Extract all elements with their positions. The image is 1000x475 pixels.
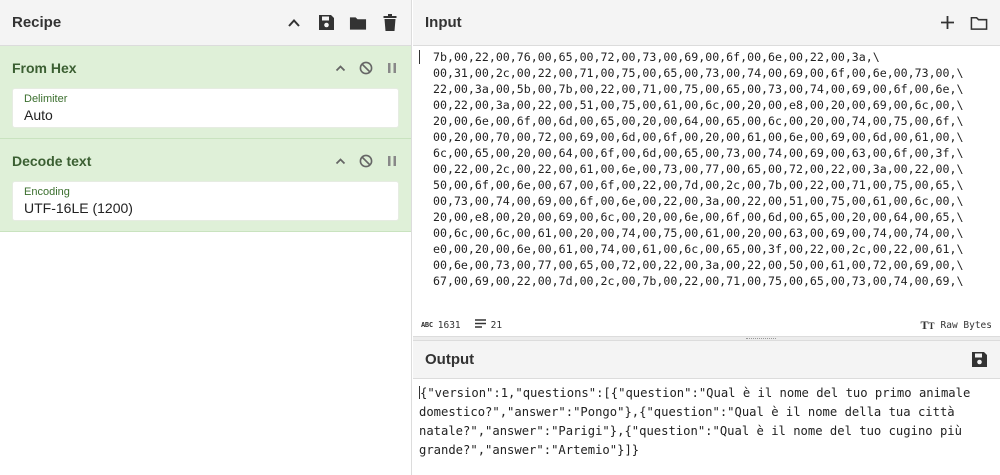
- output-textarea[interactable]: {"version":1,"questions":[{"question":"Q…: [413, 379, 1000, 475]
- operation-decode-text[interactable]: Decode text Encoding UTF-16LE (1200): [0, 139, 411, 232]
- delimiter-value[interactable]: Auto: [24, 107, 387, 123]
- pause-icon[interactable]: [385, 61, 399, 75]
- disable-icon[interactable]: [359, 61, 373, 75]
- folder-icon[interactable]: [349, 14, 367, 32]
- resize-grip: [746, 338, 776, 339]
- output-title: Output: [425, 351, 475, 368]
- input-line: 00,31,00,2c,00,22,00,71,00,75,00,65,00,7…: [433, 66, 964, 80]
- input-textarea[interactable]: 7b,00,22,00,76,00,65,00,72,00,73,00,69,0…: [413, 46, 1000, 312]
- folder-icon[interactable]: [970, 14, 988, 32]
- lines-icon: [474, 319, 486, 331]
- text-format-icon: TT: [920, 317, 935, 332]
- input-line: 00,22,00,3a,00,22,00,51,00,75,00,61,00,6…: [433, 98, 964, 112]
- input-line: 00,22,00,2c,00,22,00,61,00,6e,00,73,00,7…: [433, 162, 964, 176]
- io-pane: Input 7b,00,22,00,76,00,65,00,72,00,73,0…: [413, 0, 1000, 475]
- input-status-bar: ABC 1631 21 TT Raw Bytes: [413, 314, 1000, 336]
- input-line: 6c,00,65,00,20,00,64,00,6f,00,6d,00,65,0…: [433, 146, 964, 160]
- input-lines: 7b,00,22,00,76,00,65,00,72,00,73,00,69,0…: [433, 49, 994, 289]
- text-caret: [419, 50, 420, 64]
- input-line: 00,6e,00,73,00,77,00,65,00,72,00,22,00,3…: [433, 258, 964, 272]
- input-line: 50,00,6f,00,6e,00,67,00,6f,00,22,00,7d,0…: [433, 178, 964, 192]
- length-value: 1631: [437, 319, 461, 331]
- save-icon[interactable]: [970, 351, 988, 369]
- delimiter-label: Delimiter: [24, 93, 68, 105]
- pause-icon[interactable]: [385, 154, 399, 168]
- encoding-value[interactable]: UTF-16LE (1200): [24, 200, 387, 216]
- input-line: 7b,00,22,00,76,00,65,00,72,00,73,00,69,0…: [433, 50, 880, 64]
- raw-bytes-label: Raw Bytes: [940, 319, 992, 331]
- encoding-field[interactable]: Encoding UTF-16LE (1200): [12, 181, 399, 221]
- operation-title: From Hex: [12, 60, 77, 76]
- lines-value: 21: [490, 319, 503, 331]
- raw-bytes-toggle[interactable]: TT Raw Bytes: [920, 318, 992, 333]
- chevron-up-icon[interactable]: [333, 154, 347, 168]
- save-icon[interactable]: [317, 14, 335, 32]
- output-text: {"version":1,"questions":[{"question":"Q…: [419, 386, 978, 457]
- input-line: 00,6c,00,6c,00,61,00,20,00,74,00,75,00,6…: [433, 226, 964, 240]
- input-line: 00,20,00,70,00,72,00,69,00,6d,00,6f,00,2…: [433, 130, 964, 144]
- chevron-up-icon[interactable]: [285, 14, 303, 32]
- input-line: 20,00,6e,00,6f,00,6d,00,65,00,20,00,64,0…: [433, 114, 964, 128]
- operation-title: Decode text: [12, 153, 92, 169]
- input-line: 22,00,3a,00,5b,00,7b,00,22,00,71,00,75,0…: [433, 82, 964, 96]
- input-header: Input: [413, 0, 1000, 46]
- input-line: e0,00,20,00,6e,00,61,00,74,00,61,00,6c,0…: [433, 242, 964, 256]
- operation-from-hex[interactable]: From Hex Delimiter Auto: [0, 46, 411, 139]
- lines-stat: 21: [474, 319, 503, 331]
- output-header: Output: [413, 341, 1000, 379]
- trash-icon[interactable]: [381, 14, 399, 32]
- input-line: 20,00,e8,00,20,00,69,00,6c,00,20,00,6e,0…: [433, 210, 964, 224]
- chevron-up-icon[interactable]: [333, 61, 347, 75]
- input-title: Input: [425, 14, 462, 31]
- delimiter-field[interactable]: Delimiter Auto: [12, 88, 399, 128]
- recipe-title: Recipe: [12, 14, 62, 31]
- recipe-header: Recipe: [0, 0, 411, 46]
- input-line: 67,00,69,00,22,00,7d,00,2c,00,7b,00,22,0…: [433, 274, 964, 288]
- input-line: 00,73,00,74,00,69,00,6f,00,6e,00,22,00,3…: [433, 194, 964, 208]
- disable-icon[interactable]: [359, 154, 373, 168]
- length-stat: ABC 1631: [421, 320, 461, 331]
- encoding-label: Encoding: [24, 186, 70, 198]
- abc-icon: ABC: [421, 321, 433, 329]
- plus-icon[interactable]: [938, 14, 956, 32]
- recipe-pane: Recipe From Hex Delimiter Auto Decode te…: [0, 0, 412, 475]
